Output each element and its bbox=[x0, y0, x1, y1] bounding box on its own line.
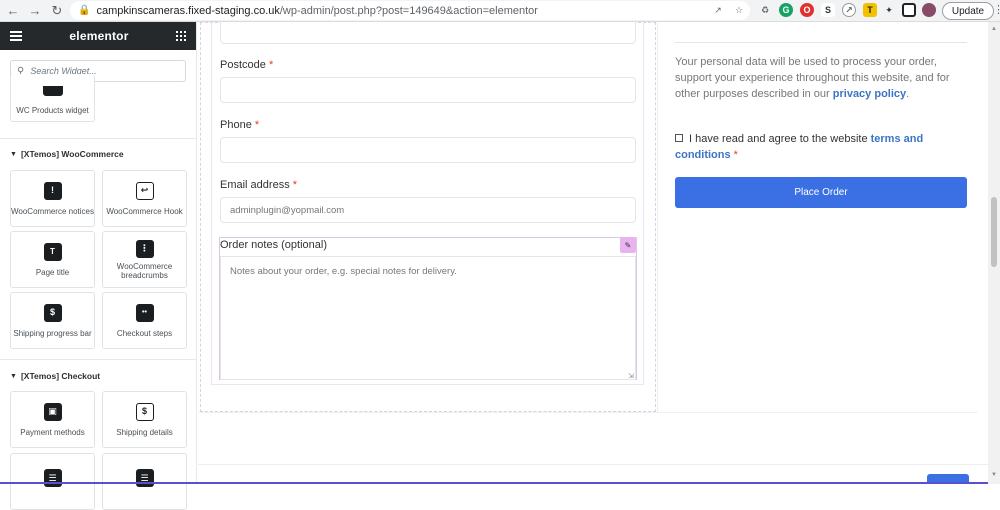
widget-label: WooCommerce breadcrumbs bbox=[116, 261, 173, 280]
order-notes-placeholder: Notes about your order, e.g. special not… bbox=[230, 266, 457, 277]
scrollbar-thumb[interactable] bbox=[991, 197, 997, 267]
widget-payment-methods[interactable]: ▣ Payment methods bbox=[10, 391, 95, 448]
widget-shipping-details[interactable]: $ Shipping details bbox=[102, 391, 187, 448]
scroll-up-icon[interactable]: ▲ bbox=[991, 26, 997, 32]
phone-input[interactable] bbox=[220, 137, 636, 163]
section-divider bbox=[0, 359, 197, 360]
widget-woocommerce-notices[interactable]: ! WooCommerce notices bbox=[10, 170, 95, 227]
document-icon: ☰ bbox=[43, 469, 62, 487]
widget-label: Checkout steps bbox=[116, 328, 173, 338]
more-menu-icon[interactable]: ⋮ bbox=[993, 3, 1000, 16]
widgets-grid-icon[interactable] bbox=[176, 31, 186, 41]
divider-line bbox=[675, 42, 967, 43]
widget-woocommerce-hook[interactable]: ↩ WooCommerce Hook bbox=[102, 170, 187, 227]
caret-down-icon: ▼ bbox=[10, 372, 17, 380]
t-extension-icon[interactable]: T bbox=[863, 3, 877, 17]
phone-label: Phone * bbox=[220, 119, 260, 131]
category-title: [XTemos] Checkout bbox=[20, 371, 101, 381]
widget-label: Shipping progress bar bbox=[13, 328, 92, 338]
extensions-puzzle-icon[interactable]: ✦ bbox=[882, 3, 896, 17]
lock-icon: 🔒 bbox=[78, 5, 91, 16]
terms-checkbox[interactable] bbox=[675, 134, 683, 142]
privacy-notice: Your personal data will be used to proce… bbox=[675, 56, 950, 100]
privacy-policy-link[interactable]: privacy policy bbox=[833, 88, 906, 100]
bookmark-star-icon[interactable]: ☆ bbox=[732, 3, 746, 17]
widget-shipping-progress-bar[interactable]: $ Shipping progress bar bbox=[10, 292, 95, 349]
widget-label: Page title bbox=[35, 267, 70, 277]
previous-field[interactable] bbox=[220, 22, 636, 44]
wallet-icon: ▣ bbox=[43, 402, 62, 421]
terms-checkbox-row: I have read and agree to the website ter… bbox=[675, 133, 924, 161]
scroll-down-icon[interactable]: ▼ bbox=[991, 472, 997, 478]
caret-down-icon: ▼ bbox=[10, 150, 17, 158]
scrollbar[interactable]: ▲ ▼ bbox=[988, 22, 1000, 484]
widget-label: Payment methods bbox=[20, 427, 85, 437]
back-icon[interactable]: ← bbox=[4, 2, 22, 20]
widget-label: WooCommerce Hook bbox=[106, 206, 183, 216]
document-icon: ☰ bbox=[135, 469, 154, 487]
category-xtemos-woocommerce[interactable]: ▼ [XTemos] WooCommerce bbox=[10, 149, 124, 159]
dollar-progress-icon: $ bbox=[43, 303, 62, 322]
steps-cart-icon: •• bbox=[135, 303, 154, 322]
products-icon bbox=[42, 86, 63, 96]
footer-boundary bbox=[198, 464, 988, 465]
place-order-button[interactable]: Place Order bbox=[675, 177, 967, 208]
column-separator bbox=[657, 22, 658, 412]
opera-extension-icon[interactable]: O bbox=[800, 3, 814, 17]
grammarly-extension-icon[interactable]: G bbox=[779, 3, 793, 17]
forward-icon[interactable]: → bbox=[26, 2, 44, 20]
widget-wc-products[interactable]: WC Products widget bbox=[10, 74, 95, 122]
postcode-label: Postcode * bbox=[220, 59, 274, 71]
edit-pencil-icon[interactable]: ✎ bbox=[620, 237, 636, 253]
s-extension-icon[interactable]: S bbox=[821, 3, 835, 17]
widget-label: Shipping details bbox=[116, 427, 173, 437]
widget-page-title[interactable]: T Page title bbox=[10, 231, 95, 288]
email-input[interactable]: adminplugin@yopmail.com bbox=[220, 197, 636, 223]
category-xtemos-checkout[interactable]: ▼ [XTemos] Checkout bbox=[10, 371, 100, 381]
elementor-logo: elementor bbox=[69, 29, 129, 43]
email-value: adminplugin@yopmail.com bbox=[230, 204, 345, 216]
widget-checkout-steps[interactable]: •• Checkout steps bbox=[102, 292, 187, 349]
section-boundary bbox=[198, 412, 978, 413]
postcode-input[interactable] bbox=[220, 77, 636, 103]
breadcrumb-icon: ⋮ bbox=[135, 239, 154, 258]
update-button[interactable]: Update bbox=[942, 2, 994, 20]
widget-woocommerce-breadcrumbs[interactable]: ⋮ WooCommerce breadcrumbs bbox=[102, 231, 187, 288]
share-icon[interactable]: ↗ bbox=[711, 3, 725, 17]
compass-extension-icon[interactable]: ↗ bbox=[842, 3, 856, 17]
alert-cart-icon: ! bbox=[43, 181, 62, 200]
url-path: /wp-admin/post.php?post=149649&action=el… bbox=[279, 4, 538, 17]
side-panel-icon[interactable] bbox=[902, 3, 916, 17]
email-label: Email address * bbox=[220, 179, 298, 191]
widget-label: WooCommerce notices bbox=[11, 206, 94, 216]
widget-label: WC Products widget bbox=[16, 106, 89, 115]
title-icon: T bbox=[43, 242, 62, 261]
order-notes-textarea[interactable]: Notes about your order, e.g. special not… bbox=[220, 256, 636, 380]
hamburger-menu-icon[interactable] bbox=[10, 31, 22, 41]
panel-header: elementor bbox=[0, 22, 196, 50]
category-title: [XTemos] WooCommerce bbox=[20, 149, 124, 159]
recycle-extension-icon[interactable]: ♻ bbox=[758, 3, 772, 17]
order-notes-label: Order notes (optional) bbox=[220, 239, 327, 251]
address-bar[interactable]: 🔒 campkinscameras.fixed-staging.co.uk/wp… bbox=[70, 1, 750, 20]
section-divider bbox=[0, 138, 197, 139]
shipping-doc-icon: $ bbox=[135, 402, 154, 421]
hook-icon: ↩ bbox=[135, 181, 154, 200]
url-host: campkinscameras.fixed-staging.co.uk bbox=[96, 4, 280, 17]
reload-icon[interactable]: ↻ bbox=[48, 2, 66, 20]
resize-grip-icon[interactable]: ⇲ bbox=[628, 372, 634, 380]
profile-avatar[interactable] bbox=[922, 3, 936, 17]
